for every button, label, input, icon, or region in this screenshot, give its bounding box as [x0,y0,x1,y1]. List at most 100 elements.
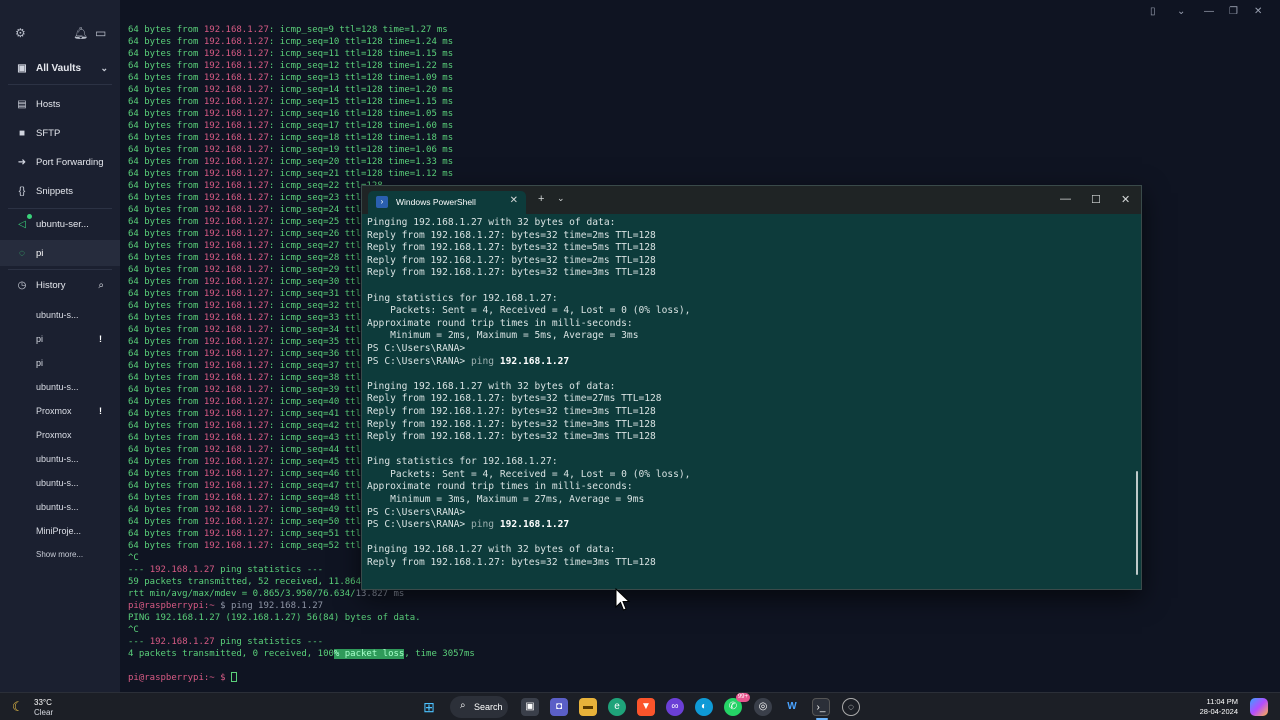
ip-address: 192.168.1.27 [203,517,269,527]
copilot-icon[interactable] [1250,698,1268,716]
terminal-line: 64 bytes from 192.168.1.27: icmp_seq=16 … [128,108,1278,120]
line-text: 64 bytes from [128,25,204,35]
history-item[interactable]: ubuntu-s... [36,454,116,468]
powershell-titlebar[interactable]: › Windows PowerShell ✕ + ⌄ — ☐ ✕ [362,186,1141,214]
line-text: 64 bytes from [128,97,204,107]
nav-sftp[interactable]: ■ SFTP [0,120,120,146]
chevron-down-icon[interactable]: ⌄ [1177,6,1185,17]
history-item-label: pi [36,334,44,344]
new-tab-icon[interactable]: + [538,193,544,205]
line-text: 64 bytes from [128,433,204,443]
history-item-label: MiniProje... [36,526,82,536]
clock-time: 11:04 PM [1206,697,1238,706]
line-text: : icmp_seq=18 ttl=128 time=1.18 ms [268,133,454,143]
line-text: 64 bytes from [128,253,204,263]
browser-icon[interactable]: ◐ [695,698,713,716]
nav-label: Hosts [36,98,61,110]
terminal-app-icon[interactable]: ›_ [812,698,830,716]
app-icon[interactable]: ◎ [754,698,772,716]
nav-snippets[interactable]: {} Snippets [0,178,120,204]
maximize-icon[interactable]: ☐ [1091,193,1101,206]
search-button[interactable]: ⌕ Search [450,696,508,718]
minimize-icon[interactable]: — [1060,193,1071,205]
nav-hosts[interactable]: ▤ Hosts [0,91,120,117]
powershell-window[interactable]: › Windows PowerShell ✕ + ⌄ — ☐ ✕ Pinging… [361,185,1142,590]
teams-icon[interactable]: ◘ [550,698,568,716]
chevron-down-icon[interactable]: ⌄ [557,193,565,204]
close-icon[interactable]: ✕ [1121,193,1130,206]
history-item[interactable]: ubuntu-s... [36,502,116,516]
weather-widget[interactable]: ☾ 33°C Clear [12,697,92,719]
bell-icon[interactable]: 🔔︎ [73,26,88,40]
app-icon[interactable]: ∞ [666,698,684,716]
history-item[interactable]: Proxmox [36,430,116,444]
vault-selector[interactable]: ▣ All Vaults ⌄ [0,55,120,81]
minimize-icon[interactable]: — [1204,6,1214,17]
powershell-line: Reply from 192.168.1.27: bytes=32 time=2… [367,393,662,405]
history-item-label: Proxmox [36,406,72,416]
file-explorer-icon[interactable]: ▬ [579,698,597,716]
terminal-icon[interactable]: ▭ [95,26,106,40]
powershell-line: PS C:\Users\RANA> [367,342,466,354]
line-text: ^C [128,553,139,563]
close-tab-icon[interactable]: ✕ [510,195,518,206]
word-icon[interactable]: W [783,698,801,716]
ip-address: 192.168.1.27 [203,277,269,287]
line-text: --- [128,637,150,647]
history-item[interactable]: pi! [36,334,116,348]
ip-address: 192.168.1.27 [203,337,269,347]
task-view-icon[interactable]: ▣ [521,698,539,716]
edge-icon[interactable]: e [608,698,626,716]
ip-address: 192.168.1.27 [203,421,269,431]
selected-text: % packet loss [333,649,405,659]
line-text: --- [128,565,150,575]
settings-app-icon[interactable]: ◌ [842,698,860,716]
show-more-link[interactable]: Show more... [36,550,116,564]
line-text: 64 bytes from [128,541,204,551]
history-item[interactable]: Proxmox! [36,406,116,420]
ip-address: 192.168.1.27 [203,133,269,143]
ip-address: 192.168.1.27 [203,409,269,419]
powershell-output[interactable]: Pinging 192.168.1.27 with 32 bytes of da… [367,217,1137,587]
session-ubuntu[interactable]: ◁ ubuntu-ser... [0,211,120,237]
gear-icon[interactable]: ⚙ [15,26,26,40]
line-text: : icmp_seq=10 ttl=128 time=1.24 ms [268,37,454,47]
session-pi[interactable]: ◌ pi [0,240,120,266]
ip-address: 192.168.1.27 [203,361,269,371]
line-text: ping statistics --- [214,565,324,575]
terminal-line: 64 bytes from 192.168.1.27: icmp_seq=10 … [128,36,1278,48]
history-item[interactable]: pi [36,358,116,372]
line-text: 59 packets transmitted, 52 received, 11.… [128,577,367,587]
nav-port-forwarding[interactable]: ➜ Port Forwarding [0,149,120,175]
powershell-icon: › [376,196,388,208]
close-icon[interactable]: ✕ [1254,6,1262,17]
powershell-line: Pinging 192.168.1.27 with 32 bytes of da… [367,544,616,556]
brave-icon[interactable]: ▼ [637,698,655,716]
whatsapp-icon[interactable]: ✆ 99+ [724,693,750,716]
scrollbar[interactable] [1136,471,1138,575]
history-header[interactable]: ◷ History ⌕ [0,272,120,298]
search-icon[interactable]: ⌕ [98,280,104,291]
history-item[interactable]: ubuntu-s... [36,382,116,396]
history-item[interactable]: ubuntu-s... [36,310,116,324]
history-label: History [36,279,66,291]
restore-icon[interactable]: ❐ [1229,6,1238,17]
line-text: 64 bytes from [128,85,204,95]
line-text: 64 bytes from [128,421,204,431]
layout-icon[interactable]: ▯ [1150,6,1156,17]
ip-address: 192.168.1.27 [203,385,269,395]
command-argument: 192.168.1.27 [499,355,570,367]
tab-windows-powershell[interactable]: › Windows PowerShell ✕ [368,191,526,214]
ip-address: 192.168.1.27 [203,61,269,71]
line-text: : icmp_seq=15 ttl=128 time=1.15 ms [268,97,454,107]
history-item[interactable]: MiniProje... [36,526,116,540]
history-item[interactable]: ubuntu-s... [36,478,116,492]
warning-icon: ! [99,406,102,416]
session-label: pi [36,247,44,259]
clock[interactable]: 11:04 PM 28-04-2024 [1178,697,1238,717]
terminal-prompt[interactable]: pi@raspberrypi:~ $ [128,672,237,683]
line-text: , time 3057ms [404,649,475,659]
mouse-pointer-icon [615,588,631,611]
windows-start-icon[interactable]: ⊞ [420,698,438,716]
line-text: : icmp_seq=12 ttl=128 time=1.22 ms [268,61,454,71]
